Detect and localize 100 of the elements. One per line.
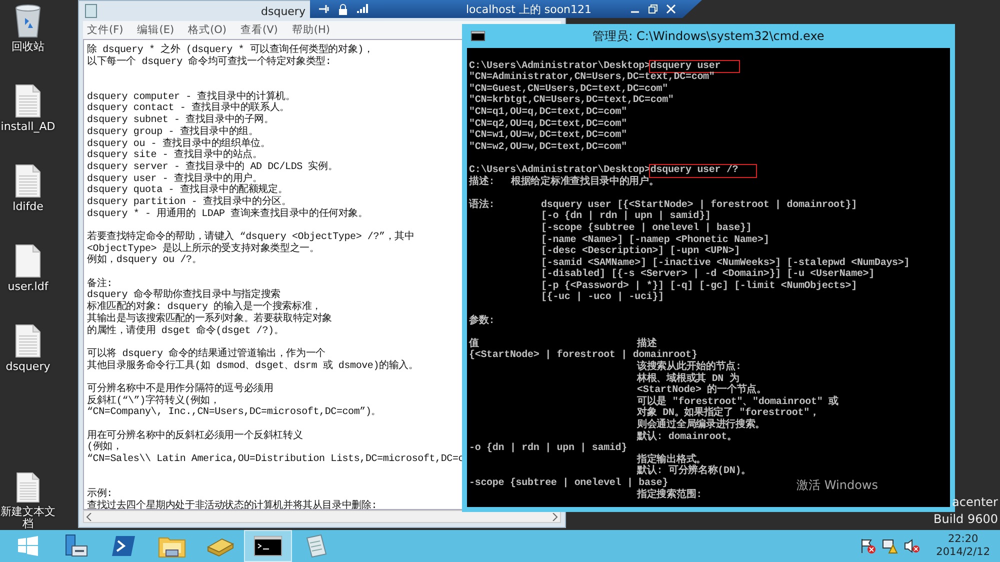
console-text: 该搜索从此开始的节点: (637, 362, 742, 374)
menu-item[interactable]: 编辑(E) (137, 23, 174, 37)
taskbar-button[interactable] (244, 530, 292, 562)
text-line: 其他目录服务命令行工具(如 dsmod、dsget、dsrm 或 dsmove)的输入。 (87, 360, 418, 372)
console-icon (471, 31, 485, 41)
desktop-icon-label[interactable]: dsquery (0, 361, 59, 373)
console-text: 默认: domainroot。 (637, 432, 737, 444)
text-line: dsquery site - 查找目录中的站点。 (87, 150, 262, 162)
text-line: 用在可分辨名称中的反斜杠必须用一个反斜杠转义 (87, 430, 303, 442)
text-line: 以下每一个 dsquery 命令均可查找一个特定对象类型: (87, 56, 332, 68)
desktop-icon-label[interactable]: 回收站 (0, 41, 59, 53)
window-title: dsquery (261, 4, 306, 18)
column-header: 描述 (637, 338, 657, 350)
console-label: 描述: (469, 176, 496, 188)
flag-icon[interactable] (860, 538, 876, 554)
text-line: dsquery quota - 查找目录中的配额规定。 (87, 185, 288, 196)
text-line: dsquery contact - 查找目录中的联系人。 (87, 103, 290, 114)
signal-icon (356, 4, 368, 14)
text-line: dsquery user - 查找目录中的用户。 (87, 174, 262, 185)
text-line: 其输出是与该搜索匹配的一系列对象。若要获取特定对象 (87, 314, 332, 325)
desktop-icon-label[interactable]: user.ldf (0, 281, 59, 293)
console-text: -o {dn | rdn | upn | samid} (469, 443, 627, 455)
console-text: "CN=krbtgt,CN=Users,DC=text,DC=com" (469, 95, 674, 106)
speaker-muted-icon[interactable] (904, 538, 920, 554)
text-line: 查找过去四个星期内处于非活动状态的计算机并将其从目录中删除: (87, 500, 378, 509)
clock[interactable]: 22:20 2014/2/12 (936, 533, 990, 559)
console-text: "CN=q1,OU=q,DC=text,DC=com" (469, 106, 627, 118)
console-text: [-name <Name>] [-namep <Phonetic Name>] (541, 234, 770, 246)
clock-time: 22:20 (948, 533, 978, 546)
console-prompt: C:\Users\Administrator\Desktop> (469, 164, 650, 176)
lock-icon (338, 3, 348, 15)
clock-date: 2014/2/12 (936, 546, 990, 559)
console-text: -scope {subtree | onelevel | base} (469, 478, 668, 489)
text-line: 备注: (87, 278, 112, 290)
notepad-icon (304, 534, 328, 558)
console-text: <StartNode> 的一个节点。 (637, 385, 766, 396)
text-line: “CN=Sales\\ Latin America,OU=Distribution Lists,DC=microsoft,DC=c (87, 454, 464, 466)
menu-item[interactable]: 文件(F) (87, 23, 124, 37)
console-text: [-o {dn | rdn | upn | samid}] (541, 211, 711, 222)
text-line: 除 dsquery * 之外 (dsquery * 可以查询任何类型的对象)， (87, 45, 374, 56)
text-line: 示例: (87, 489, 112, 500)
text-document-icon (15, 84, 41, 118)
console-text: 根据给定标准查找目录中的用户。 (511, 176, 659, 188)
desktop-notice-text: 激活 Windows (796, 477, 878, 494)
text-line: “CN=Company\, Inc.,CN=Users,DC=microsoft,DC=com”)。 (87, 407, 382, 418)
text-line: <ObjectType> 是以上所示的受支持对象类型之一。 (87, 244, 320, 255)
scroll-left-icon[interactable] (86, 512, 92, 520)
console-text: 对象 DN。如果指定了 "forestroot"， (637, 408, 820, 420)
console-text: 参数: (469, 316, 495, 328)
windows-logo-icon (18, 536, 38, 556)
text-line: dsquery computer - 查找目录中的计算机。 (87, 92, 296, 103)
text-line: 标准匹配的对象: dsquery 的输入是一个搜索标准， (87, 302, 322, 314)
text-line: (例如， (87, 442, 122, 454)
connection-title: localhost 上的 soon121 (466, 2, 592, 16)
text-line: 可以将 dsquery 命令的结果通过管道输出，作为一个 (87, 348, 326, 360)
text-line: 例如，dsquery ou /?。 (87, 255, 202, 266)
menu-item[interactable]: 格式(O) (188, 23, 227, 37)
scroll-right-icon[interactable] (552, 512, 558, 520)
console-label: 语法: (469, 200, 496, 212)
desktop-icon-label[interactable]: ldifde (0, 201, 59, 213)
horizontal-scrollbar[interactable] (83, 510, 561, 523)
notepad-icon (85, 4, 97, 18)
text-line: 若要查找特定命令的帮助，请键入 “dsquery <ObjectType> /?”，其中 (87, 232, 414, 243)
menu-item[interactable]: 查看(V) (240, 23, 278, 37)
close-icon[interactable] (666, 4, 676, 14)
text-line: dsquery partition - 查找目录中的分区。 (87, 196, 292, 208)
console-command: dsquery user /? (650, 164, 756, 177)
text-line: dsquery * - 用通用的 LDAP 查询来查找目录中的任何对象。 (87, 208, 368, 220)
text-document-icon (15, 164, 41, 198)
console-text: [-samid <SAMName>] [-inactive <NumWeeks>] [-stalepwd <NumDays>] (541, 258, 910, 269)
text-line: dsquery server - 查找目录中的 AD DC/LDS 实例。 (87, 162, 338, 173)
recycle-bin-icon (13, 4, 43, 38)
console-prompt: C:\Users\Administrator\Desktop> (469, 60, 650, 72)
text-line: 可分辨名称中不是用作分隔符的逗号必须用 (87, 384, 274, 395)
text-line: dsquery group - 查找目录中的组。 (87, 126, 258, 138)
console-text: "CN=Guest,CN=Users,DC=text,DC=com" (469, 84, 668, 95)
pin-icon[interactable] (318, 3, 330, 15)
console-text: "CN=q2,OU=q,DC=text,DC=com" (469, 118, 627, 130)
network-warning-icon[interactable] (882, 538, 898, 554)
console-text: 林根、域根或其 DN 为 (637, 374, 740, 385)
console-command: dsquery user (650, 60, 739, 72)
desktop-notice-text: Build 9600 (934, 511, 998, 528)
restore-icon[interactable] (648, 4, 658, 14)
text-document-icon (15, 244, 41, 278)
text-line: dsquery ou - 查找目录中的组织单位。 (87, 138, 270, 150)
command-prompt-icon (254, 536, 282, 556)
console-text: 默认: 可分辨名称(DN)。 (637, 466, 751, 478)
powershell-icon (112, 535, 136, 557)
column-header: 值 (469, 338, 479, 350)
window-title: 管理员: C:\Windows\system32\cmd.exe (592, 28, 826, 44)
console-text: {<StartNode> | forestroot | domainroot} (469, 350, 698, 362)
text-document-icon (15, 472, 41, 503)
text-line: dsquery subnet - 查找目录中的子网。 (87, 115, 274, 126)
text-line: dsquery 命令帮助你查找目录中与指定搜索 (87, 290, 280, 302)
desktop-icon-label[interactable]: 新建文本文档 (0, 506, 59, 530)
console-text: 指定输出格式。 (637, 454, 706, 466)
desktop-icon-label[interactable]: install_AD (0, 121, 59, 133)
console-text: 指定搜索范围: (637, 490, 702, 502)
menu-item[interactable]: 帮助(H) (292, 23, 330, 37)
console-text: "CN=Administrator,CN=Users,DC=text,DC=com" (469, 72, 715, 84)
